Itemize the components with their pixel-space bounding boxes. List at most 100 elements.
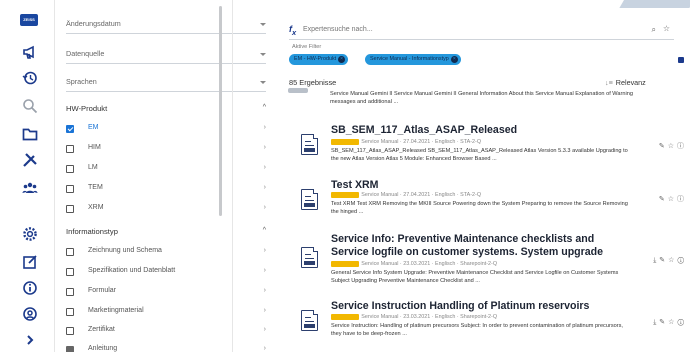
option-label: EM bbox=[88, 124, 99, 131]
edit-icon[interactable] bbox=[22, 254, 40, 272]
checkbox[interactable] bbox=[66, 185, 74, 193]
megaphone-icon[interactable] bbox=[22, 44, 40, 62]
meta-text: Service Manual · 23.03.2021 · Englisch ·… bbox=[361, 314, 498, 320]
result-title[interactable]: SB_SEM_117_Atlas_ASAP_Released bbox=[331, 124, 517, 137]
edit-icon[interactable]: ✎ bbox=[659, 257, 668, 264]
info-icon[interactable] bbox=[22, 280, 40, 298]
active-filter-chip-em[interactable]: EM - HW-Produkt × bbox=[289, 54, 349, 65]
sort-dropdown[interactable]: ↓≡ Relevanz bbox=[605, 78, 646, 87]
result-title[interactable]: Service Instruction Handling of Platinum… bbox=[331, 300, 589, 313]
restricted-badge: Restricted bbox=[331, 139, 360, 145]
option-label: Anleitung bbox=[88, 345, 118, 352]
checkbox[interactable] bbox=[66, 125, 74, 133]
team-icon[interactable] bbox=[22, 180, 40, 198]
meta-text: Service Manual · 27.04.2021 · Englisch ·… bbox=[361, 192, 482, 198]
option-label: LM bbox=[88, 164, 98, 171]
sort-label: Relevanz bbox=[615, 78, 646, 87]
edit-icon[interactable]: ✎ bbox=[659, 143, 668, 150]
result-meta: Restricted Service Manual · 27.04.2021 · … bbox=[331, 139, 481, 145]
info-icon[interactable]: ⓘ bbox=[677, 257, 687, 264]
info-icon[interactable]: ⓘ bbox=[677, 143, 687, 150]
info-icon[interactable]: ⓘ bbox=[677, 319, 687, 326]
active-filter-chip-service-manual[interactable]: Service Manual - Informationstyp × bbox=[365, 54, 461, 65]
result-description: SB_SEM_117_Atlas_ASAP_Released SB_SEM_11… bbox=[331, 148, 628, 162]
chip-label: EM - HW-Produkt bbox=[294, 56, 337, 62]
close-icon[interactable]: × bbox=[450, 56, 458, 63]
result-item[interactable]: Test XRM Restricted Service Manual · 27.0… bbox=[301, 179, 690, 219]
meta-text: Service Manual · 27.04.2021 · Englisch ·… bbox=[361, 139, 482, 145]
option-label: XRM bbox=[88, 204, 104, 211]
option-label: Zertifikat bbox=[88, 326, 115, 333]
option-label: TEM bbox=[88, 184, 103, 191]
restricted-badge: Restricted bbox=[331, 261, 360, 267]
search-input[interactable]: Expertensuche nach... bbox=[303, 26, 373, 33]
checkbox[interactable] bbox=[66, 165, 74, 173]
document-icon bbox=[301, 247, 318, 268]
nav-rail: ZEISS bbox=[0, 0, 55, 352]
document-icon bbox=[301, 310, 318, 331]
filter-scrollbar[interactable] bbox=[219, 6, 222, 216]
result-description: Test XRM Test XRM Removing the MKIII Sou… bbox=[331, 201, 628, 215]
settings-icon[interactable] bbox=[22, 226, 40, 244]
option-label: Zeichnung und Schema bbox=[88, 247, 162, 254]
history-icon[interactable] bbox=[22, 70, 40, 88]
section-title: HW-Produkt bbox=[66, 104, 108, 113]
option-label: Formular bbox=[88, 287, 117, 294]
checkbox[interactable] bbox=[66, 308, 74, 316]
document-icon bbox=[301, 134, 318, 155]
zeiss-logo[interactable]: ZEISS bbox=[20, 14, 38, 26]
section-title: Informationstyp bbox=[66, 227, 118, 236]
results-area: fx Expertensuche nach... ⌕ ☆ Aktive Filt… bbox=[232, 0, 690, 352]
search-bar[interactable]: fx Expertensuche nach... ⌕ ☆ bbox=[289, 22, 674, 40]
result-description: Service Manual Gemini II Service Manual … bbox=[330, 91, 633, 105]
dropdown-label: Änderungsdatum bbox=[66, 19, 121, 28]
result-item[interactable]: Service Instruction Handling of Platinum… bbox=[301, 300, 690, 348]
result-count: 85 Ergebnisse bbox=[289, 78, 337, 87]
checkbox[interactable] bbox=[66, 145, 74, 153]
star-icon[interactable]: ☆ bbox=[663, 24, 670, 33]
option-label: Marketingmaterial bbox=[88, 307, 144, 314]
status-badge bbox=[288, 88, 308, 93]
sort-icon: ↓≡ bbox=[605, 78, 613, 87]
result-meta: Restricted Service Manual · 27.04.2021 · … bbox=[331, 192, 481, 198]
result-title[interactable]: Test XRM bbox=[331, 179, 378, 192]
formula-icon[interactable]: fx bbox=[289, 24, 296, 37]
result-item[interactable]: SB_SEM_117_Atlas_ASAP_Released Restricte… bbox=[301, 124, 690, 169]
header-decoration bbox=[619, 0, 690, 8]
checkbox[interactable] bbox=[66, 248, 74, 256]
result-item[interactable]: Service Info: Preventive Maintenance che… bbox=[301, 233, 690, 291]
restricted-badge: Restricted bbox=[331, 314, 360, 320]
info-icon[interactable]: ⓘ bbox=[677, 196, 687, 203]
star-icon[interactable]: ☆ bbox=[668, 143, 677, 150]
dropdown-label: Sprachen bbox=[66, 77, 97, 86]
help-icon[interactable] bbox=[22, 306, 40, 324]
meta-text: Service Manual · 23.03.2021 · Englisch ·… bbox=[361, 261, 498, 267]
result-meta: Restricted Service Manual · 23.03.2021 · … bbox=[331, 314, 497, 320]
tools-icon[interactable] bbox=[22, 152, 40, 170]
edit-icon[interactable]: ✎ bbox=[659, 196, 668, 203]
expand-icon[interactable] bbox=[22, 332, 40, 350]
document-icon bbox=[301, 189, 318, 210]
search-icon[interactable] bbox=[22, 98, 40, 116]
result-description: Service Instruction: Handling of platinu… bbox=[331, 323, 623, 337]
search-icon[interactable]: ⌕ bbox=[652, 25, 656, 35]
close-icon[interactable]: × bbox=[338, 56, 346, 63]
option-label: Spezifikation und Datenblatt bbox=[88, 267, 176, 274]
checkbox[interactable] bbox=[66, 346, 74, 352]
panel-toggle-icon[interactable] bbox=[678, 57, 684, 63]
result-actions: ⤓✎☆ⓘ bbox=[653, 318, 687, 327]
edit-icon[interactable]: ✎ bbox=[659, 319, 668, 326]
checkbox[interactable] bbox=[66, 288, 74, 296]
result-description: General Service Info System Upgrade: Pre… bbox=[331, 270, 619, 284]
chip-label: Service Manual - Informationstyp bbox=[370, 56, 449, 62]
checkbox[interactable] bbox=[66, 268, 74, 276]
result-actions: ✎☆ⓘ bbox=[659, 141, 687, 151]
folder-icon[interactable] bbox=[22, 126, 40, 144]
restricted-badge: Restricted bbox=[331, 192, 360, 198]
checkbox[interactable] bbox=[66, 205, 74, 213]
result-actions: ✎☆ⓘ bbox=[659, 194, 687, 204]
result-title[interactable]: Service Info: Preventive Maintenance che… bbox=[331, 233, 631, 259]
filter-panel: Änderungsdatum Datenquelle Sprachen HW-P… bbox=[55, 0, 266, 352]
checkbox[interactable] bbox=[66, 327, 74, 335]
star-icon[interactable]: ☆ bbox=[668, 196, 677, 203]
